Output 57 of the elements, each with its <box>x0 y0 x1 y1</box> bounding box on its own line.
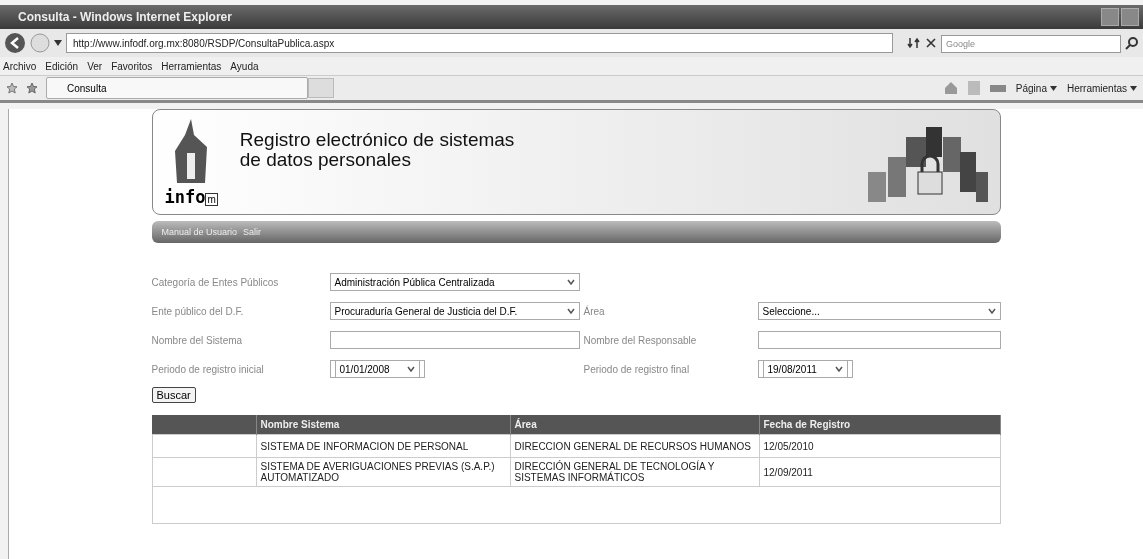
toolbar-menu[interactable]: Página <box>1015 82 1057 94</box>
dropdown[interactable]: Seleccione... <box>757 302 1001 320</box>
caret-icon <box>1130 85 1137 91</box>
table-cell: 12/05/2010 <box>759 434 1000 458</box>
table-cell: DIRECCION GENERAL DE RECURSOS HUMANOS <box>510 434 759 458</box>
field-label: Periodo de registro final <box>582 363 691 375</box>
field-label: Periodo de registro inicial <box>151 363 265 375</box>
search-button[interactable]: Buscar <box>151 387 196 403</box>
star-icon[interactable] <box>6 82 18 94</box>
caret-icon <box>834 366 843 372</box>
text-field[interactable] <box>329 331 580 349</box>
close-icon[interactable] <box>925 37 937 49</box>
refresh-icon[interactable] <box>907 36 921 50</box>
star-icon[interactable] <box>26 82 38 94</box>
field-label: Área <box>582 305 606 317</box>
field-label: Ente público del D.F. <box>151 305 245 317</box>
logo-text: info <box>164 187 206 207</box>
menu-item[interactable]: Archivo <box>3 60 37 72</box>
home-icon[interactable] <box>943 81 958 95</box>
date-field[interactable]: 01/01/2008 <box>334 360 420 378</box>
minimize-button[interactable] <box>1101 8 1119 26</box>
caret-icon <box>566 279 575 285</box>
back-button[interactable] <box>4 32 26 54</box>
logo-suffix: m <box>205 193 218 206</box>
search-icon[interactable] <box>1125 36 1139 50</box>
caret-icon[interactable] <box>54 40 62 46</box>
field-label: Nombre del Responsable <box>582 334 698 346</box>
column-header: Fecha de Registro <box>759 415 1000 435</box>
toolbar-menu[interactable]: Herramientas <box>1066 82 1137 94</box>
table-cell: SISTEMA DE AVERIGUACIONES PREVIAS (S.A.P.) AUTOMATIZADO <box>256 457 510 487</box>
dropdown[interactable]: Administración Pública Centralizada <box>329 273 580 291</box>
date-field[interactable]: 19/08/2011 <box>762 360 848 378</box>
menu-item[interactable]: Edición <box>45 60 79 72</box>
menu-item[interactable]: Ayuda <box>230 60 259 72</box>
dropdown[interactable]: Procuraduría General de Justicia del D.F. <box>329 302 580 320</box>
site-title: Registro electrónico de sistemas <box>239 130 515 150</box>
field-label: Nombre del Sistema <box>151 334 244 346</box>
address-field[interactable]: http://www.infodf.org.mx:8080/RSDP/ConsultaPublica.aspx <box>66 33 893 53</box>
column-header: Nombre Sistema <box>256 415 510 435</box>
column-header: Área <box>510 415 759 435</box>
caret-icon <box>566 308 575 314</box>
search-field[interactable]: Google <box>941 35 1121 53</box>
field-label: Categoría de Entes Públicos <box>151 276 280 288</box>
browser-tab[interactable]: Consulta <box>46 77 308 99</box>
table-cell: DIRECCIÓN GENERAL DE TECNOLOGÍA Y SISTEMAS INFORMÁTICOS <box>510 457 759 487</box>
table-cell: 12/09/2011 <box>759 457 1000 487</box>
menu-item[interactable]: Herramientas <box>161 60 222 72</box>
menu-item[interactable]: Favoritos <box>111 60 153 72</box>
site-title: de datos personales <box>239 150 412 170</box>
table-cell: SISTEMA DE INFORMACION DE PERSONAL <box>256 434 510 458</box>
caret-icon <box>406 366 415 372</box>
caret-icon <box>1049 85 1057 91</box>
window-title: Consulta - Windows Internet Explorer <box>18 10 232 24</box>
menu-item[interactable]: Ver <box>87 60 103 72</box>
maximize-button[interactable] <box>1121 8 1139 26</box>
caret-icon <box>987 308 996 314</box>
text-field[interactable] <box>757 331 1001 349</box>
